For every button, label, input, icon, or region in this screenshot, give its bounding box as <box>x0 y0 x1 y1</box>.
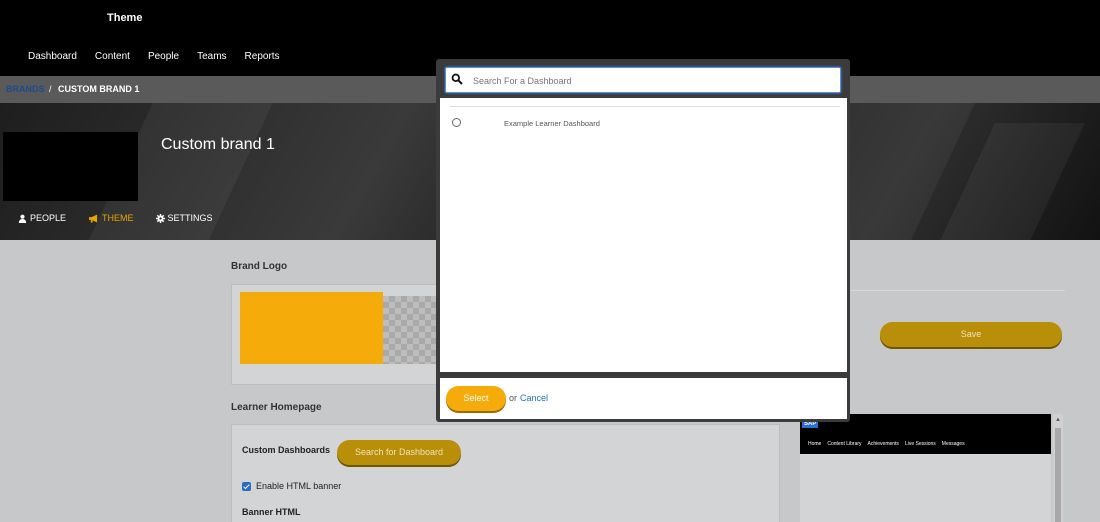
nav-item-reports[interactable]: Reports <box>245 51 280 62</box>
scrollbar-thumb[interactable] <box>1055 428 1061 522</box>
learner-homepage-panel <box>231 424 780 522</box>
search-dashboard-button[interactable]: Search for Dashboard <box>337 440 461 465</box>
breadcrumb-brands-link[interactable]: BRANDS <box>6 84 45 94</box>
nav-item-teams[interactable]: Teams <box>197 51 226 62</box>
brand-logo-thumbnail <box>3 132 138 201</box>
person-icon <box>18 214 27 223</box>
preview-body <box>800 454 1051 522</box>
dashboard-search-box <box>445 67 841 93</box>
learner-homepage-heading: Learner Homepage <box>231 402 322 413</box>
dashboard-option-label[interactable]: Example Learner Dashboard <box>504 119 600 128</box>
transparent-logo-preview <box>383 296 437 364</box>
divider <box>850 290 1065 291</box>
scroll-up-arrow-icon[interactable]: ▲ <box>1055 417 1061 423</box>
search-icon <box>451 73 463 85</box>
dashboard-search-input[interactable] <box>473 72 833 89</box>
cancel-link[interactable]: Cancel <box>520 393 548 403</box>
brand-name: Custom brand 1 <box>161 136 275 153</box>
gear-icon <box>155 213 165 223</box>
megaphone-icon <box>89 213 98 223</box>
tab-settings[interactable]: SETTINGS <box>155 213 213 223</box>
tab-label: PEOPLE <box>30 213 67 223</box>
main-nav: Dashboard Content People Teams Reports <box>28 51 298 62</box>
preview-nav-item: Achievements <box>867 441 899 447</box>
preview-nav-item: Live Sessions <box>904 441 936 447</box>
nav-item-content[interactable]: Content <box>95 51 130 62</box>
tab-theme[interactable]: THEME <box>88 213 134 223</box>
enable-html-banner-label: Enable HTML banner <box>256 481 342 491</box>
dashboard-options-list: Example Learner Dashboard <box>440 98 847 372</box>
brand-logo-heading: Brand Logo <box>231 261 288 272</box>
preview-nav-item: Home <box>808 441 822 447</box>
breadcrumb-current: CUSTOM BRAND 1 <box>58 84 140 94</box>
modal-footer: Select or Cancel <box>440 378 847 419</box>
preview-nav-item: Messages <box>941 441 965 447</box>
tab-label: THEME <box>102 213 134 223</box>
dashboard-option-radio[interactable] <box>452 118 461 127</box>
banner-html-label: Banner HTML <box>242 507 301 517</box>
nav-item-people[interactable]: People <box>148 51 179 62</box>
or-text: or <box>509 393 518 403</box>
select-button[interactable]: Select <box>446 386 506 411</box>
preview-nav-item: Content Library <box>827 441 862 447</box>
preview-nav: Home Content Library Achievements Live S… <box>808 441 971 447</box>
save-button[interactable]: Save <box>880 322 1062 347</box>
enable-html-banner-checkbox[interactable] <box>242 482 251 491</box>
tab-label: SETTINGS <box>167 213 213 223</box>
tab-people[interactable]: PEOPLE <box>18 213 66 223</box>
brand-logo-image[interactable] <box>240 292 383 364</box>
custom-dashboards-label: Custom Dashboards <box>242 445 331 455</box>
page-title: Theme <box>107 12 143 24</box>
divider <box>450 106 840 107</box>
nav-item-dashboard[interactable]: Dashboard <box>28 51 77 62</box>
brand-tabs: PEOPLE THEME SETTINGS <box>18 213 235 223</box>
breadcrumb-separator: / <box>49 84 52 94</box>
